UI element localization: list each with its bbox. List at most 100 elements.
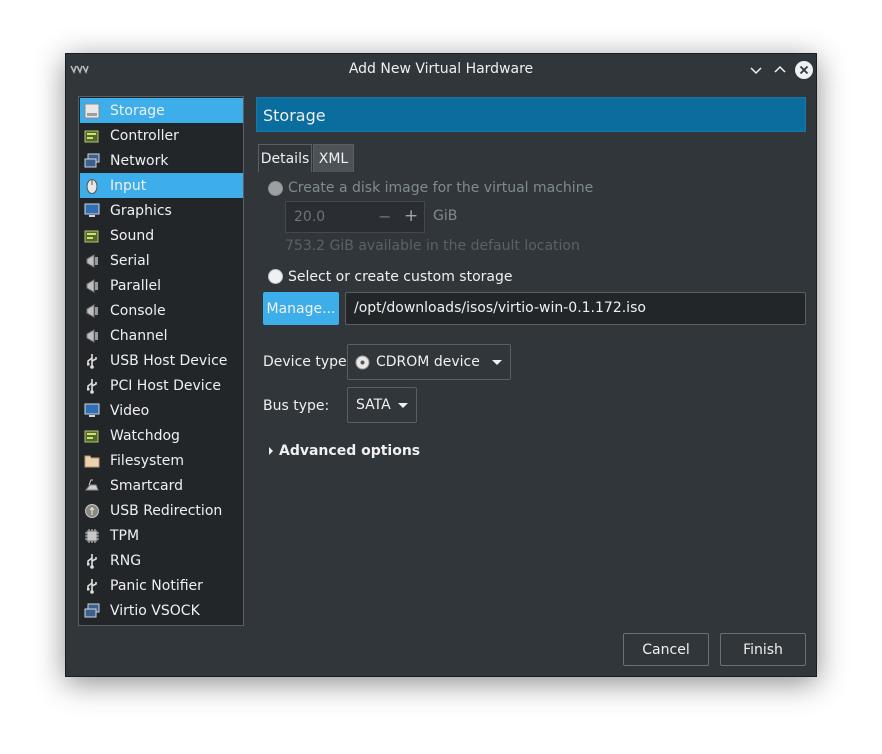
disk-size-spinbox[interactable]: 20.0 − + [285,201,425,233]
list-item-label: Watchdog [110,427,180,444]
pci-icon [87,378,97,394]
tab-xml[interactable]: XML [313,144,354,172]
list-item-label: Network [110,152,169,169]
list-item-label: Console [110,302,166,319]
rng-icon [87,553,97,569]
list-item-label: USB Host Device [110,352,228,369]
chevron-down-icon [398,403,408,408]
list-item-network[interactable]: Network [80,148,243,173]
list-item-parallel[interactable]: Parallel [80,273,243,298]
list-item-sound[interactable]: Sound [80,223,243,248]
list-item-pci-host-device[interactable]: PCI Host Device [80,373,243,398]
hardware-type-list: Storage Controller Network Input Graphic… [78,96,244,626]
list-item-label: Input [110,177,147,194]
list-item-tpm[interactable]: TPM [80,523,243,548]
list-item-rng[interactable]: RNG [80,548,243,573]
size-unit-label: GiB [433,208,458,224]
storage-icon [84,103,100,118]
parallel-port-icon [86,278,98,293]
list-item-label: Panic Notifier [110,577,203,594]
finish-button[interactable]: Finish [720,633,806,666]
cdrom-icon [355,355,370,370]
sound-card-icon [84,230,99,242]
chevron-right-icon [269,447,273,455]
list-item-storage[interactable]: Storage [80,98,243,123]
video-icon [84,403,100,417]
list-item-label: Channel [110,327,168,344]
list-item-label: Sound [110,227,155,244]
dialog-window: Add New Virtual Hardware Storage Control… [65,53,817,677]
list-item-label: Parallel [110,277,162,294]
list-item-label: RNG [110,552,142,569]
decrement-icon[interactable]: − [378,207,391,226]
list-item-label: Filesystem [110,452,185,469]
cancel-button[interactable]: Cancel [623,633,709,666]
list-item-smartcard[interactable]: Smartcard [80,473,243,498]
list-item-panic-notifier[interactable]: Panic Notifier [80,573,243,598]
monitor-icon [84,203,100,217]
channel-icon [86,328,98,343]
manage-button[interactable]: Manage... [263,292,339,325]
advanced-options-expander[interactable]: Advanced options [269,443,420,459]
section-header: Storage [256,97,806,132]
bus-type-combo[interactable]: SATA [347,387,417,423]
bus-type-label: Bus type: [263,398,330,414]
smartcard-icon [84,479,99,490]
device-type-combo[interactable]: CDROM device [347,344,511,380]
list-item-label: Graphics [110,202,172,219]
window-title: Add New Virtual Hardware [348,61,534,77]
list-item-label: Serial [110,252,150,269]
list-item-virtio-vsock[interactable]: Virtio VSOCK [80,598,243,623]
list-item-label: Virtio VSOCK [110,602,200,619]
close-button[interactable] [794,60,814,80]
list-item-label: PCI Host Device [110,377,222,394]
create-disk-label: Create a disk image for the virtual mach… [288,180,594,196]
list-item-filesystem[interactable]: Filesystem [80,448,243,473]
usb-icon [87,353,97,369]
list-item-label: Storage [110,102,165,119]
list-item-serial[interactable]: Serial [80,248,243,273]
available-space-text: 753.2 GiB available in the default locat… [285,238,580,254]
serial-port-icon [86,253,98,268]
create-disk-radio[interactable] [268,181,283,196]
controller-icon [84,130,99,142]
list-item-label: TPM [110,527,140,544]
list-item-watchdog[interactable]: Watchdog [80,423,243,448]
section-title: Storage [263,106,326,125]
list-item-usb-host-device[interactable]: USB Host Device [80,348,243,373]
network-icon [84,153,100,167]
usb-redirection-icon [85,503,99,518]
bus-type-value: SATA [356,397,391,413]
console-icon [86,303,98,318]
advanced-options-label: Advanced options [279,443,421,459]
list-item-label: Video [110,402,150,419]
device-type-label: Device type: [263,354,352,370]
minimize-icon[interactable] [746,60,766,80]
tpm-chip-icon [85,528,99,543]
increment-icon[interactable]: + [404,206,418,226]
list-item-video[interactable]: Video [80,398,243,423]
list-item-controller[interactable]: Controller [80,123,243,148]
mouse-icon [86,178,98,194]
folder-icon [84,455,100,467]
close-icon [799,65,809,75]
list-item-label: Controller [110,127,179,144]
list-item-graphics[interactable]: Graphics [80,198,243,223]
custom-storage-label: Select or create custom storage [288,269,513,285]
list-item-input[interactable]: Input [80,173,243,198]
list-item-channel[interactable]: Channel [80,323,243,348]
list-item-console[interactable]: Console [80,298,243,323]
list-item-label: Smartcard [110,477,184,494]
device-type-value: CDROM device [376,354,480,370]
maximize-icon[interactable] [770,60,790,80]
list-item-usb-redirection[interactable]: USB Redirection [80,498,243,523]
title-bar: Add New Virtual Hardware [66,54,816,85]
list-item-label: USB Redirection [110,502,223,519]
panic-notifier-icon [87,578,97,594]
custom-storage-radio[interactable] [268,269,283,284]
storage-path-input[interactable]: /opt/downloads/isos/virtio-win-0.1.172.i… [345,292,806,325]
disk-size-value: 20.0 [294,209,326,225]
vsock-icon [84,603,100,617]
chevron-down-icon [492,360,502,365]
tab-details[interactable]: Details [258,144,312,172]
